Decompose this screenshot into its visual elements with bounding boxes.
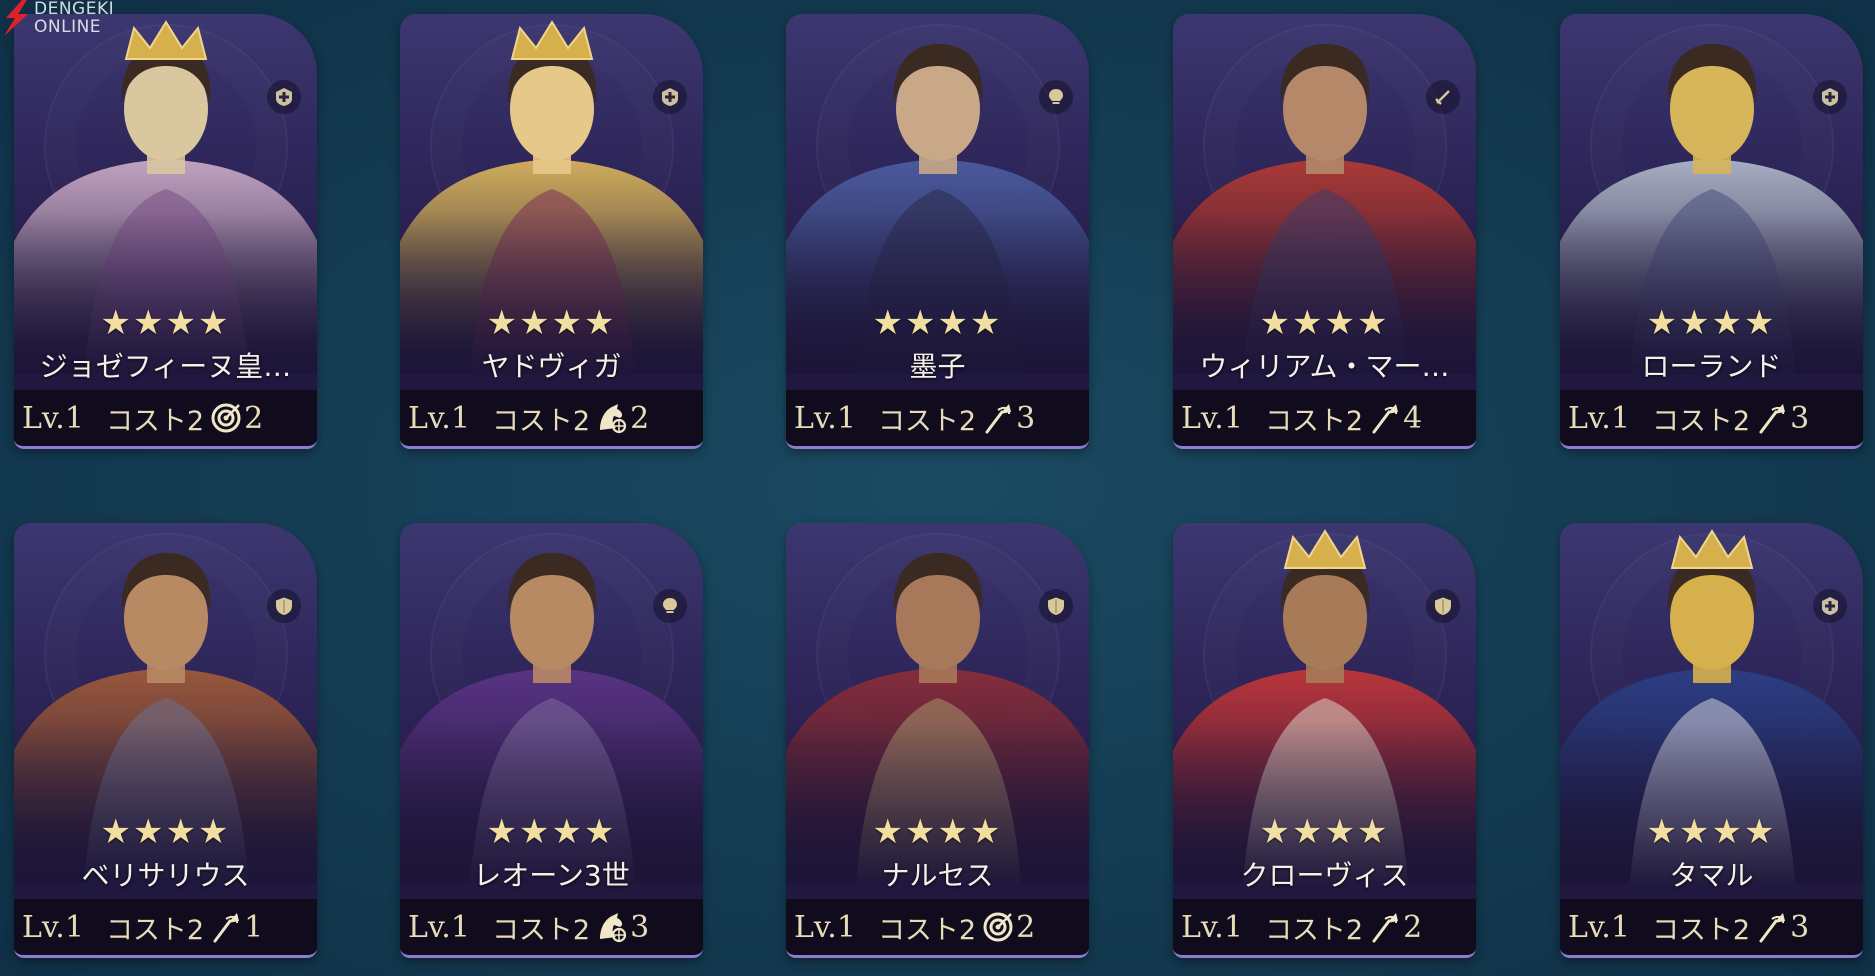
character-name: レオーン3世	[473, 859, 630, 892]
stat-bar: Lv.1 コスト2 3	[1560, 899, 1863, 955]
level-label: Lv.1	[408, 909, 470, 945]
troop-value: 3	[1790, 909, 1810, 945]
medic-plus-icon	[1813, 589, 1847, 623]
spear-icon	[1369, 402, 1403, 434]
character-card[interactable]: ★★★★ レオーン3世 Lv.1 コスト2 3	[400, 523, 703, 958]
level-label: Lv.1	[1568, 909, 1630, 945]
medic-plus-icon	[1813, 80, 1847, 114]
cost-label: コスト2	[1651, 914, 1751, 946]
level-label: Lv.1	[794, 909, 856, 945]
watermark-line2: ONLINE	[34, 17, 102, 37]
cost-label: コスト2	[491, 405, 591, 437]
troop-value: 4	[1403, 400, 1423, 436]
target-icon	[210, 402, 244, 434]
spear-icon	[1756, 911, 1790, 943]
stat-bar: Lv.1 コスト2 3	[786, 390, 1089, 446]
character-name: ナルセス	[881, 859, 994, 892]
character-card[interactable]: ★★★★ ジョゼフィーヌ皇… Lv.1 コスト2 2	[14, 14, 317, 449]
character-card[interactable]: ★★★★ ウィリアム・マー… Lv.1 コスト2 4	[1173, 14, 1476, 449]
bulb-icon	[653, 589, 687, 623]
lightning-logo-icon	[4, 0, 28, 36]
spear-icon	[210, 911, 244, 943]
stat-bar: Lv.1 コスト2 1	[14, 899, 317, 955]
troop-value: 2	[1016, 909, 1036, 945]
cost-label: コスト2	[877, 914, 977, 946]
star-rating: ★★★★	[1259, 812, 1390, 852]
level-label: Lv.1	[1181, 400, 1243, 436]
troop-value: 3	[630, 909, 650, 945]
spear-icon	[982, 402, 1016, 434]
target-icon	[982, 911, 1016, 943]
character-card[interactable]: ★★★★ クローヴィス Lv.1 コスト2 2	[1173, 523, 1476, 958]
star-rating: ★★★★	[100, 303, 231, 343]
star-rating: ★★★★	[1646, 303, 1777, 343]
stat-bar: Lv.1 コスト2 3	[1560, 390, 1863, 446]
shield-icon	[1426, 589, 1460, 623]
cavalry-icon	[596, 402, 630, 434]
shield-icon	[267, 589, 301, 623]
character-name: ヤドヴィガ	[481, 350, 622, 383]
troop-value: 3	[1016, 400, 1036, 436]
level-label: Lv.1	[22, 400, 84, 436]
star-rating: ★★★★	[872, 303, 1003, 343]
character-name: ベリサリウス	[81, 859, 250, 892]
cavalry-icon	[596, 911, 630, 943]
stat-bar: Lv.1 コスト2 2	[1173, 899, 1476, 955]
stat-bar: Lv.1 コスト2 2	[14, 390, 317, 446]
character-card[interactable]: ★★★★ 墨子 Lv.1 コスト2 3	[786, 14, 1089, 449]
watermark-text: DENGEKI ONLINE	[34, 0, 114, 36]
star-rating: ★★★★	[486, 303, 617, 343]
star-rating: ★★★★	[100, 812, 231, 852]
sword-icon	[1426, 80, 1460, 114]
troop-value: 2	[1403, 909, 1423, 945]
cost-label: コスト2	[1651, 405, 1751, 437]
cost-label: コスト2	[1264, 914, 1364, 946]
character-card[interactable]: ★★★★ ローランド Lv.1 コスト2 3	[1560, 14, 1863, 449]
watermark-line1: DENGEKI	[34, 0, 115, 19]
level-label: Lv.1	[1181, 909, 1243, 945]
cost-label: コスト2	[491, 914, 591, 946]
character-name: 墨子	[909, 350, 966, 383]
character-card[interactable]: ★★★★ タマル Lv.1 コスト2 3	[1560, 523, 1863, 958]
medic-plus-icon	[267, 80, 301, 114]
level-label: Lv.1	[408, 400, 470, 436]
bulb-icon	[1039, 80, 1073, 114]
star-rating: ★★★★	[486, 812, 617, 852]
level-label: Lv.1	[794, 400, 856, 436]
spear-icon	[1756, 402, 1790, 434]
character-card[interactable]: ★★★★ ヤドヴィガ Lv.1 コスト2 2	[400, 14, 703, 449]
troop-value: 2	[630, 400, 650, 436]
stat-bar: Lv.1 コスト2 2	[786, 899, 1089, 955]
stat-bar: Lv.1 コスト2 3	[400, 899, 703, 955]
shield-icon	[1039, 589, 1073, 623]
character-name: クローヴィス	[1240, 859, 1409, 892]
star-rating: ★★★★	[872, 812, 1003, 852]
character-card[interactable]: ★★★★ ナルセス Lv.1 コスト2 2	[786, 523, 1089, 958]
star-rating: ★★★★	[1259, 303, 1390, 343]
character-name: ローランド	[1641, 350, 1782, 383]
cost-label: コスト2	[877, 405, 977, 437]
character-card[interactable]: ★★★★ ベリサリウス Lv.1 コスト2 1	[14, 523, 317, 958]
character-name: ジョゼフィーヌ皇…	[39, 350, 292, 383]
troop-value: 1	[244, 909, 264, 945]
stat-bar: Lv.1 コスト2 2	[400, 390, 703, 446]
level-label: Lv.1	[22, 909, 84, 945]
cost-label: コスト2	[1264, 405, 1364, 437]
dengeki-online-watermark: DENGEKI ONLINE	[0, 0, 130, 40]
spear-icon	[1369, 911, 1403, 943]
level-label: Lv.1	[1568, 400, 1630, 436]
star-rating: ★★★★	[1646, 812, 1777, 852]
cost-label: コスト2	[105, 914, 205, 946]
stat-bar: Lv.1 コスト2 4	[1173, 390, 1476, 446]
character-name: ウィリアム・マー…	[1199, 350, 1450, 383]
cost-label: コスト2	[105, 405, 205, 437]
medic-plus-icon	[653, 80, 687, 114]
troop-value: 3	[1790, 400, 1810, 436]
character-name: タマル	[1669, 859, 1754, 892]
troop-value: 2	[244, 400, 264, 436]
character-card-grid: ★★★★ ジョゼフィーヌ皇… Lv.1 コスト2 2 ★★★★ ヤドヴィガ Lv…	[0, 0, 1875, 976]
